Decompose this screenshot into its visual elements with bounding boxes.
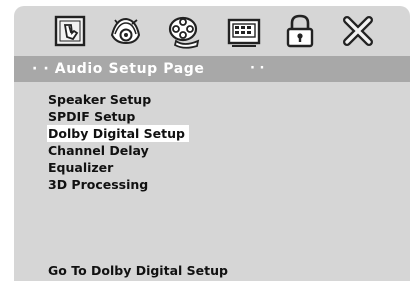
status-bar: Go To Dolby Digital Setup	[14, 260, 410, 281]
menu-panel: Speaker Setup SPDIF Setup Dolby Digital …	[14, 82, 410, 260]
preference-icon[interactable]	[224, 11, 264, 51]
setup-toolbar	[14, 6, 410, 56]
exit-icon[interactable]	[338, 11, 378, 51]
status-text: Go To Dolby Digital Setup	[48, 263, 228, 278]
audio-setup-icon[interactable]	[106, 11, 146, 51]
page-title-bar: · · Audio Setup Page · ·	[14, 56, 410, 82]
title-trailing-dots: · ·	[250, 61, 265, 76]
menu-item-spdif-setup[interactable]: SPDIF Setup	[47, 108, 139, 125]
menu-item-channel-delay[interactable]: Channel Delay	[47, 142, 153, 159]
general-setup-icon[interactable]	[50, 11, 90, 51]
video-setup-icon[interactable]	[164, 11, 204, 51]
password-icon[interactable]	[280, 11, 320, 51]
page-title: · · Audio Setup Page	[32, 61, 205, 77]
menu-item-equalizer[interactable]: Equalizer	[47, 159, 117, 176]
menu-item-3d-processing[interactable]: 3D Processing	[47, 176, 152, 193]
menu-item-dolby-digital-setup[interactable]: Dolby Digital Setup	[47, 125, 189, 142]
setup-osd: · · Audio Setup Page · · Speaker Setup S…	[0, 0, 412, 281]
menu-item-speaker-setup[interactable]: Speaker Setup	[47, 91, 155, 108]
